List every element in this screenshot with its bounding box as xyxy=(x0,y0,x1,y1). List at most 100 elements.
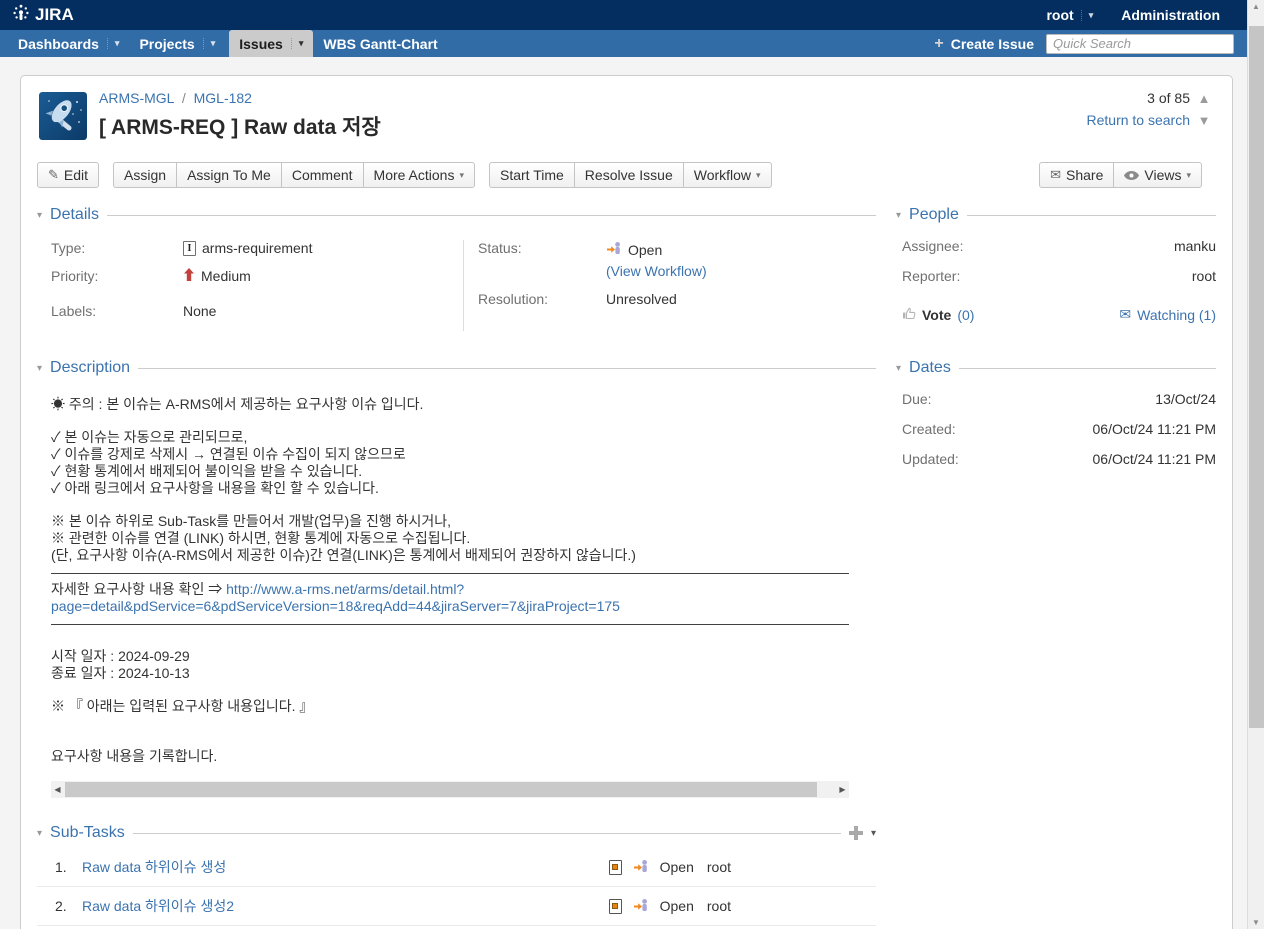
details-heading: Details xyxy=(50,206,99,224)
priority-label: Priority: xyxy=(51,268,183,284)
vote-label: Vote xyxy=(922,307,951,323)
breadcrumb-project-link[interactable]: ARMS-MGL xyxy=(99,90,174,106)
subtask-number: 2. xyxy=(55,898,82,914)
description-module: ▾ Description ☀ 주의 : 본 이슈는 A-RMS에서 제공하는 … xyxy=(37,359,876,798)
create-issue-button[interactable]: + Create Issue xyxy=(934,36,1034,52)
ref-line: ※ 관련한 이슈를 연결 (LINK) 하시면, 현황 통계에 자동으로 수집됩… xyxy=(51,530,470,546)
return-to-search-link[interactable]: Return to search xyxy=(1087,112,1191,128)
chevron-down-icon[interactable]: ▾ xyxy=(871,828,876,839)
workflow-button[interactable]: Workflow ▾ xyxy=(683,162,772,188)
description-dates: 시작 일자 : 2024-09-29 종료 일자 : 2024-10-13 xyxy=(51,648,835,682)
details-body: Type: I arms-requirement Priority: xyxy=(37,224,876,335)
view-workflow-link[interactable]: (View Workflow) xyxy=(606,263,707,279)
edit-button[interactable]: ✎ Edit xyxy=(37,162,99,188)
breadcrumb-separator: / xyxy=(182,90,186,106)
thumbs-up-icon xyxy=(902,306,916,323)
collapse-icon[interactable]: ▾ xyxy=(37,363,42,374)
user-menu[interactable]: root ▾ xyxy=(1046,7,1093,23)
chevron-down-icon[interactable]: ▾ xyxy=(291,38,304,49)
scroll-left-icon[interactable]: ◀ xyxy=(51,781,64,798)
collapse-icon[interactable]: ▾ xyxy=(896,363,901,374)
subtask-status: Open xyxy=(660,859,694,875)
nav-projects[interactable]: Projects ▾ xyxy=(129,30,225,57)
issue-header: ARMS-MGL / MGL-182 [ ARMS-REQ ] Raw data… xyxy=(37,90,1216,148)
nav-issues[interactable]: Issues ▾ xyxy=(229,30,313,57)
assignee-field: Assignee: manku xyxy=(902,238,1216,254)
details-left: Type: I arms-requirement Priority: xyxy=(51,240,463,331)
scroll-up-icon[interactable]: ▲ xyxy=(1248,2,1264,11)
status-open-icon xyxy=(606,240,622,259)
nav-dashboards[interactable]: Dashboards ▾ xyxy=(8,30,129,57)
requirement-detail-link[interactable]: http://www.a-rms.net/arms/detail.html? xyxy=(226,581,464,597)
previous-issue-icon[interactable]: ▲ xyxy=(1194,91,1214,106)
dates-body: Due: 13/Oct/24 Created: 06/Oct/24 11:21 … xyxy=(896,391,1216,473)
description-notice: ☀ 주의 : 본 이슈는 A-RMS에서 제공하는 요구사항 이슈 입니다. xyxy=(51,396,835,413)
assign-to-me-button[interactable]: Assign To Me xyxy=(176,162,282,188)
nav-issues-label: Issues xyxy=(239,36,283,52)
status-open-icon xyxy=(633,858,649,877)
vertical-scrollbar[interactable]: ▲ ▼ xyxy=(1247,0,1264,929)
chevron-down-icon[interactable]: ▾ xyxy=(203,38,216,49)
comment-button[interactable]: Comment xyxy=(281,162,364,188)
subtask-link[interactable]: Raw data 하위이슈 생성2 xyxy=(82,896,234,916)
status-value: Open xyxy=(628,242,662,258)
divider xyxy=(967,215,1216,216)
navbar-right: + Create Issue xyxy=(934,30,1264,57)
workflow-label: Workflow xyxy=(694,167,751,183)
scrollbar-thumb[interactable] xyxy=(65,782,817,797)
type-value: arms-requirement xyxy=(202,240,312,256)
description-horizontal-scrollbar[interactable]: ◀ ▶ xyxy=(51,781,849,798)
scroll-down-icon[interactable]: ▼ xyxy=(1248,918,1264,927)
watching-link[interactable]: ✉ Watching (1) xyxy=(1119,306,1216,323)
check-line: ✓ 이슈를 강제로 삭제시 → 연결된 이슈 수집이 되지 않으므로 xyxy=(51,446,406,462)
subtask-list: 1. Raw data 하위이슈 생성 Open xyxy=(37,848,876,926)
reporter-value: root xyxy=(1192,268,1216,284)
people-module: ▾ People Assignee: manku Reporter: root xyxy=(896,206,1216,329)
main-navigation: Dashboards ▾ Projects ▾ Issues ▾ WBS Gan… xyxy=(0,30,1264,57)
issue-header-text: ARMS-MGL / MGL-182 [ ARMS-REQ ] Raw data… xyxy=(99,90,1216,141)
start-time-button[interactable]: Start Time xyxy=(489,162,575,188)
status-label: Status: xyxy=(478,240,606,279)
chevron-down-icon[interactable]: ▾ xyxy=(107,38,120,49)
scrollbar-thumb[interactable] xyxy=(1249,26,1264,728)
assignee-value: manku xyxy=(1174,238,1216,254)
envelope-icon: ✉ xyxy=(1050,167,1061,183)
jira-logo[interactable]: JIRA xyxy=(12,4,74,27)
scroll-right-icon[interactable]: ▶ xyxy=(836,781,849,798)
nav-wbs-gantt-chart[interactable]: WBS Gantt-Chart xyxy=(313,30,447,57)
subtask-link[interactable]: Raw data 하위이슈 생성 xyxy=(82,857,226,877)
details-header: ▾ Details xyxy=(37,206,876,224)
priority-field: Priority: Medium xyxy=(51,268,463,284)
create-issue-label: Create Issue xyxy=(951,36,1034,52)
details-right: Status: xyxy=(463,240,876,331)
share-button[interactable]: ✉ Share xyxy=(1039,162,1114,188)
check-line: ✓ 아래 링크에서 요구사항을 내용을 확인 할 수 있습니다. xyxy=(51,480,379,496)
vote-link[interactable]: Vote (0) xyxy=(902,306,974,323)
assign-button-group: Assign Assign To Me Comment More Actions… xyxy=(113,162,475,188)
nav-wbs-label: WBS Gantt-Chart xyxy=(323,36,437,52)
subtasks-heading: Sub-Tasks xyxy=(50,824,125,842)
created-label: Created: xyxy=(902,421,956,437)
collapse-icon[interactable]: ▾ xyxy=(37,828,42,839)
next-issue-icon[interactable]: ▼ xyxy=(1194,113,1214,128)
breadcrumb-issue-key-link[interactable]: MGL-182 xyxy=(194,90,252,106)
administration-link[interactable]: Administration xyxy=(1121,7,1220,23)
created-value: 06/Oct/24 11:21 PM xyxy=(1093,421,1216,437)
issue-pager: 3 of 85 ▲ Return to search ▼ xyxy=(1087,90,1215,128)
resolve-issue-button[interactable]: Resolve Issue xyxy=(574,162,684,188)
resolution-field: Resolution: Unresolved xyxy=(478,291,876,307)
quick-search-input[interactable] xyxy=(1046,34,1234,54)
divider xyxy=(133,833,841,834)
right-column: ▾ People Assignee: manku Reporter: root xyxy=(896,206,1216,926)
views-button[interactable]: Views ▾ xyxy=(1113,162,1202,188)
collapse-icon[interactable]: ▾ xyxy=(37,210,42,221)
collapse-icon[interactable]: ▾ xyxy=(896,210,901,221)
requirement-detail-link-continued[interactable]: page=detail&pdService=6&pdServiceVersion… xyxy=(51,598,620,614)
add-subtask-icon[interactable] xyxy=(849,826,863,840)
assign-button[interactable]: Assign xyxy=(113,162,177,188)
more-actions-button[interactable]: More Actions ▾ xyxy=(363,162,475,188)
reporter-field: Reporter: root xyxy=(902,268,1216,284)
subtasks-header: ▾ Sub-Tasks ▾ xyxy=(37,824,876,842)
divider xyxy=(138,368,876,369)
share-views-group: ✉ Share Views ▾ xyxy=(1039,162,1202,188)
